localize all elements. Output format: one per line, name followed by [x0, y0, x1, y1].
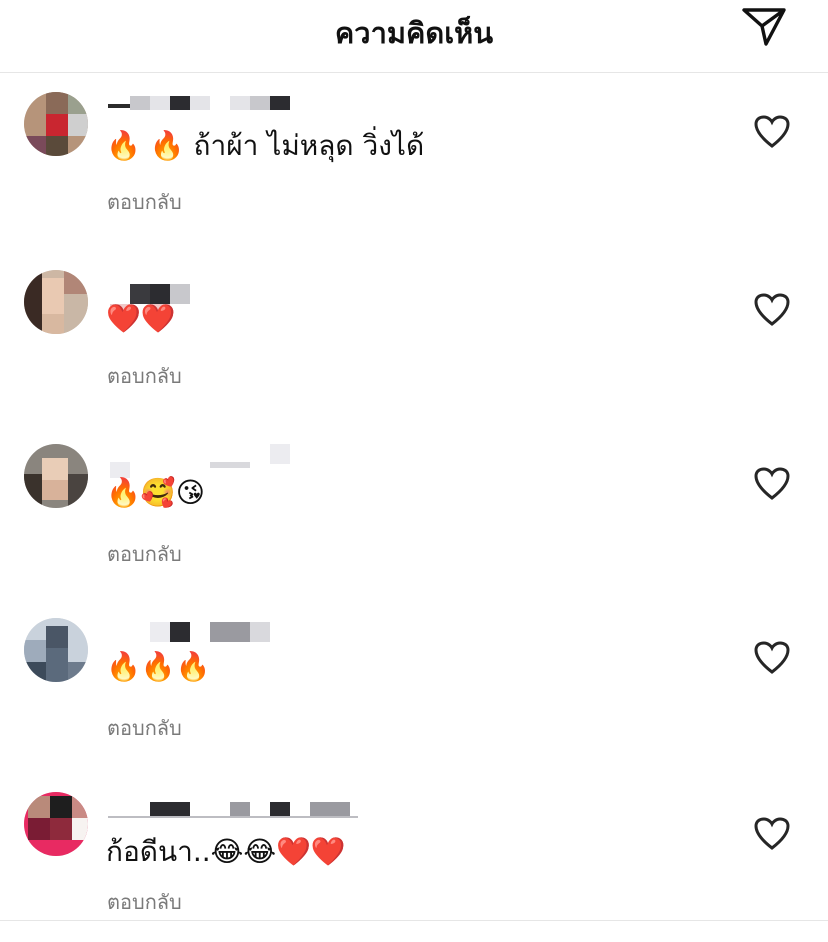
username[interactable]	[108, 274, 368, 310]
avatar[interactable]	[24, 618, 88, 682]
username[interactable]	[108, 96, 368, 118]
avatar[interactable]	[24, 792, 88, 856]
username[interactable]	[108, 796, 368, 818]
divider	[0, 920, 828, 921]
heart-outline-icon	[754, 115, 790, 148]
username[interactable]	[108, 622, 368, 644]
like-button[interactable]	[753, 816, 791, 852]
reply-button[interactable]: ตอบกลับ	[107, 360, 182, 392]
avatar[interactable]	[24, 444, 88, 508]
heart-outline-icon	[754, 817, 790, 850]
comment-text: ❤️❤️	[106, 302, 176, 335]
comment-text: 🔥🥰😘	[106, 476, 205, 509]
comment-item: 🔥 🔥 ถ้าผ้า ไม่หลุด วิ่งได้ ตอบกลับ	[0, 92, 828, 242]
comments-sheet: ความคิดเห็น 🔥 🔥 ถ้าผ้า ไม่หลุด วิ่งได้ ต…	[0, 0, 828, 929]
heart-outline-icon	[754, 293, 790, 326]
page-title: ความคิดเห็น	[334, 16, 494, 50]
comment-text: 🔥🔥🔥	[106, 650, 211, 683]
comment-item: 🔥🔥🔥 ตอบกลับ	[0, 618, 828, 768]
reply-button[interactable]: ตอบกลับ	[107, 538, 182, 570]
paper-plane-icon	[742, 8, 786, 46]
reply-button[interactable]: ตอบกลับ	[107, 186, 182, 218]
heart-outline-icon	[754, 641, 790, 674]
like-button[interactable]	[753, 292, 791, 328]
comments-header: ความคิดเห็น	[0, 0, 828, 73]
like-button[interactable]	[753, 466, 791, 502]
like-button[interactable]	[753, 114, 791, 150]
avatar[interactable]	[24, 270, 88, 334]
like-button[interactable]	[753, 640, 791, 676]
comment-item: ❤️❤️ ตอบกลับ	[0, 270, 828, 420]
reply-button[interactable]: ตอบกลับ	[107, 886, 182, 918]
heart-outline-icon	[754, 467, 790, 500]
comment-item: 🔥🥰😘 ตอบกลับ	[0, 444, 828, 594]
avatar[interactable]	[24, 92, 88, 156]
comment-text: ก้อดีนา..😂😂❤️❤️	[106, 835, 346, 868]
reply-button[interactable]: ตอบกลับ	[107, 712, 182, 744]
send-button[interactable]	[740, 4, 788, 48]
username[interactable]	[108, 444, 368, 478]
comment-text: 🔥 🔥 ถ้าผ้า ไม่หลุด วิ่งได้	[106, 129, 425, 162]
